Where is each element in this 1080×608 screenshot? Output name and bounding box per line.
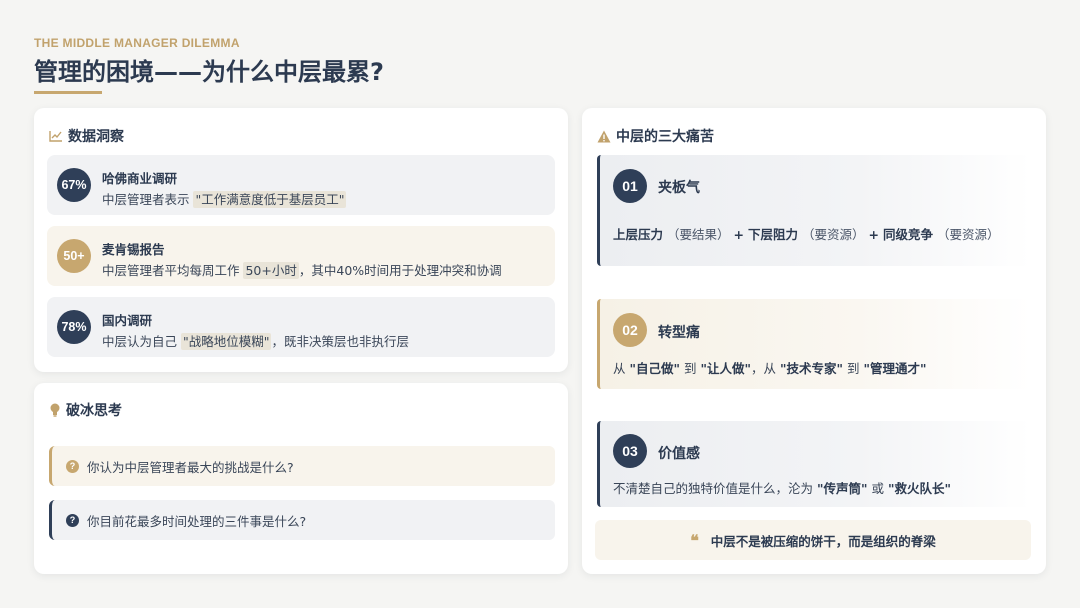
title-underline [34,91,102,94]
question-icon: ? [66,513,79,527]
insights-heading: 数据洞察 [49,126,124,146]
stat-source: 哈佛商业调研 [102,171,178,186]
pain-number: 03 [613,434,647,468]
pain-number: 01 [613,169,647,203]
icebreaker-heading: 破冰思考 [49,400,122,420]
quote-text: 中层不是被压缩的饼干，而是组织的脊梁 [710,533,936,549]
pains-heading-label: 中层的三大痛苦 [616,129,714,145]
stat-source: 国内调研 [102,313,153,328]
warning-icon [597,130,611,143]
icebreaker-heading-label: 破冰思考 [66,403,122,419]
stat-highlight: "战略地位模糊" [180,333,272,350]
stat-item: 67% 哈佛商业调研 中层管理者表示 "工作满意度低于基层员工" [47,155,555,215]
question-text: 你目前花最多时间处理的三件事是什么? [87,513,307,529]
stat-item: 78% 国内调研 中层认为自己 "战略地位模糊" ，既非决策层也非执行层 [47,297,555,357]
stat-description: 中层认为自己 "战略地位模糊" ，既非决策层也非执行层 [102,333,409,350]
key-quote: ❝ 中层不是被压缩的饼干，而是组织的脊梁 [595,520,1031,560]
stat-badge: 50+ [57,239,91,273]
eyebrow-label: THE MIDDLE MANAGER DILEMMA [34,36,240,50]
insights-heading-label: 数据洞察 [68,129,124,145]
pain-number: 02 [613,313,647,347]
pain-description: 从 "自己做" 到 "让人做"，从 "技术专家" 到 "管理通才" [613,361,927,376]
pains-heading: 中层的三大痛苦 [597,126,714,146]
stat-highlight: 50+小时 [243,262,299,279]
pain-title: 转型痛 [658,325,700,341]
stat-badge: 78% [57,310,91,344]
pain-item: 03 价值感 不清楚自己的独特价值是什么，沦为 "传声筒" 或 "救火队长" [597,421,1031,507]
pain-item: 01 夹板气 上层压力 （要结果） + 下层阻力 （要资源） + 同级竞争 （要… [597,155,1031,266]
stat-badge: 67% [57,168,91,202]
question-item: ? 你认为中层管理者最大的挑战是什么? [49,446,555,486]
pain-description: 上层压力 （要结果） + 下层阻力 （要资源） + 同级竞争 （要资源） [613,227,1000,242]
question-icon: ? [66,459,79,473]
icebreaker-card: 破冰思考 ? 你认为中层管理者最大的挑战是什么? ? 你目前花最多时间处理的三件… [34,383,568,574]
quote-mark-icon: ❝ [690,530,699,550]
stat-description: 中层管理者平均每周工作 50+小时 ，其中40%时间用于处理冲突和协调 [102,262,502,279]
insights-card: 数据洞察 67% 哈佛商业调研 中层管理者表示 "工作满意度低于基层员工" 50… [34,108,568,372]
stat-description: 中层管理者表示 "工作满意度低于基层员工" [102,191,347,208]
line-chart-icon [49,130,63,142]
question-text: 你认为中层管理者最大的挑战是什么? [87,459,294,475]
pain-description: 不清楚自己的独特价值是什么，沦为 "传声筒" 或 "救火队长" [613,481,951,496]
pain-title: 价值感 [658,446,700,462]
page-title: 管理的困境——为什么中层最累? [34,58,384,86]
stat-source: 麦肯锡报告 [102,242,165,257]
stat-item: 50+ 麦肯锡报告 中层管理者平均每周工作 50+小时 ，其中40%时间用于处理冲… [47,226,555,286]
pain-title: 夹板气 [658,180,700,196]
pains-card: 中层的三大痛苦 01 夹板气 上层压力 （要结果） + 下层阻力 （要资源） +… [582,108,1046,574]
pain-item: 02 转型痛 从 "自己做" 到 "让人做"，从 "技术专家" 到 "管理通才" [597,299,1031,389]
lightbulb-icon [49,403,61,417]
question-item: ? 你目前花最多时间处理的三件事是什么? [49,500,555,540]
stat-highlight: "工作满意度低于基层员工" [193,191,347,208]
